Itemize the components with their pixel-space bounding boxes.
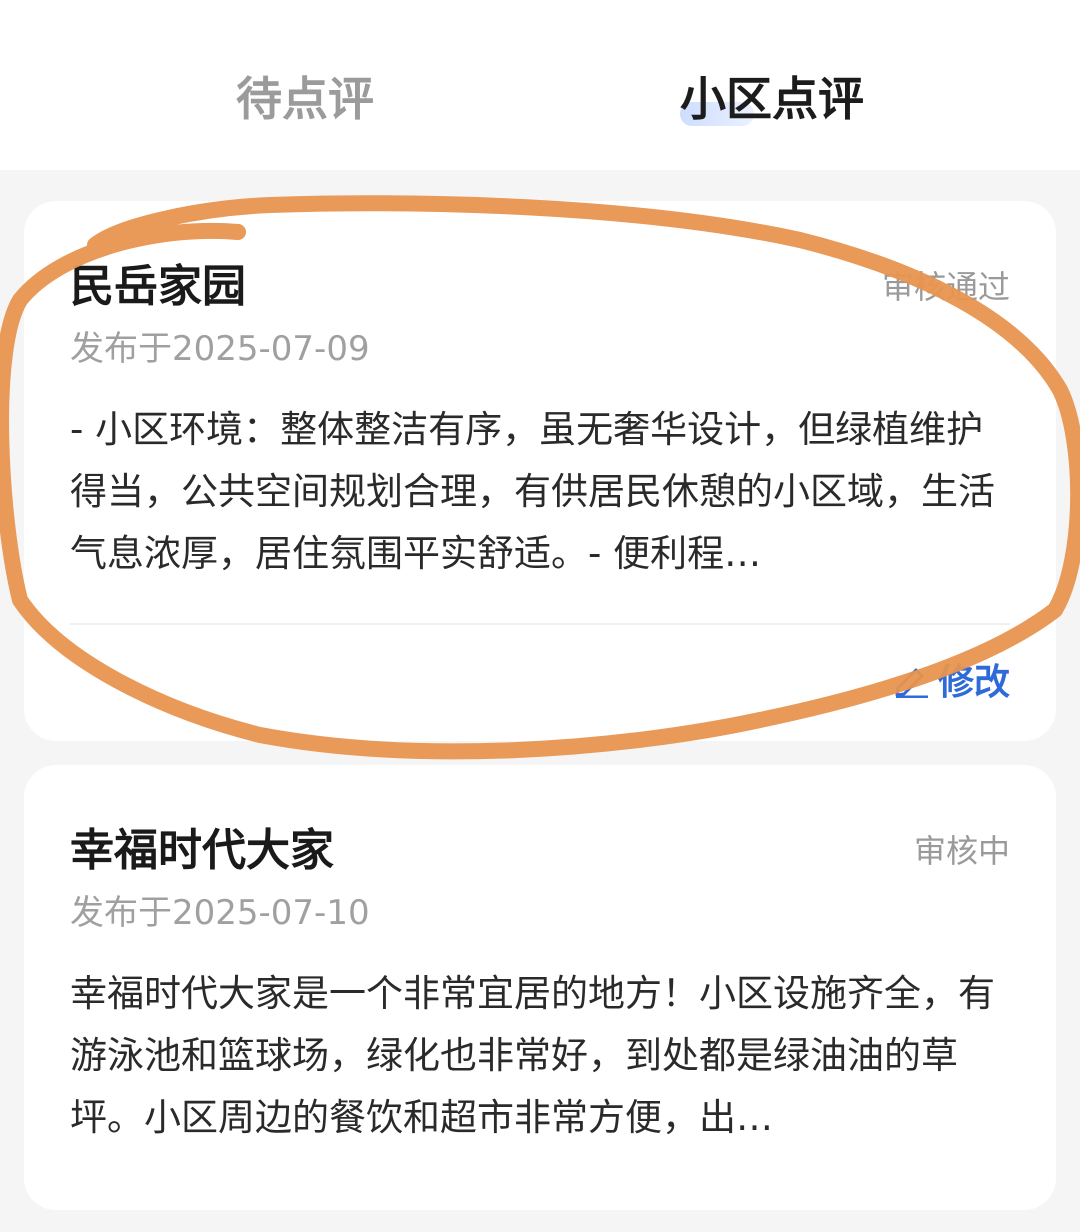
tab-pending-label: 待点评 [236,72,374,126]
tab-community-reviews[interactable]: 小区点评 [680,66,864,136]
card-title: 幸福时代大家 [70,825,334,876]
edit-label: 修改 [937,662,1010,703]
edit-button[interactable]: 修改 [892,657,1010,703]
review-card[interactable]: 民岳家园 审核通过 发布于2025-07-09 - 小区环境：整体整洁有序，虽无… [24,201,1056,741]
tab-pending-reviews[interactable]: 待点评 [236,66,374,136]
tab-bar: 待点评 小区点评 [0,0,1080,170]
publish-date: 发布于2025-07-09 [70,329,370,369]
status-badge: 审核通过 [881,268,1010,306]
review-content: 幸福时代大家是一个非常宜居的地方！小区设施齐全，有游泳池和篮球场，绿化也非常好，… [70,972,995,1139]
edit-icon [895,668,928,698]
review-content: - 小区环境：整体整洁有序，虽无奢华设计，但绿植维护得当，公共空间规划合理，有供… [70,408,995,575]
publish-date: 发布于2025-07-10 [70,893,370,933]
card-divider [70,623,1010,625]
card-title: 民岳家园 [70,261,246,312]
review-card[interactable]: 幸福时代大家 审核中 发布于2025-07-10 幸福时代大家是一个非常宜居的地… [24,765,1056,1210]
tab-reviews-label: 小区点评 [680,72,864,126]
status-badge: 审核中 [913,832,1010,870]
